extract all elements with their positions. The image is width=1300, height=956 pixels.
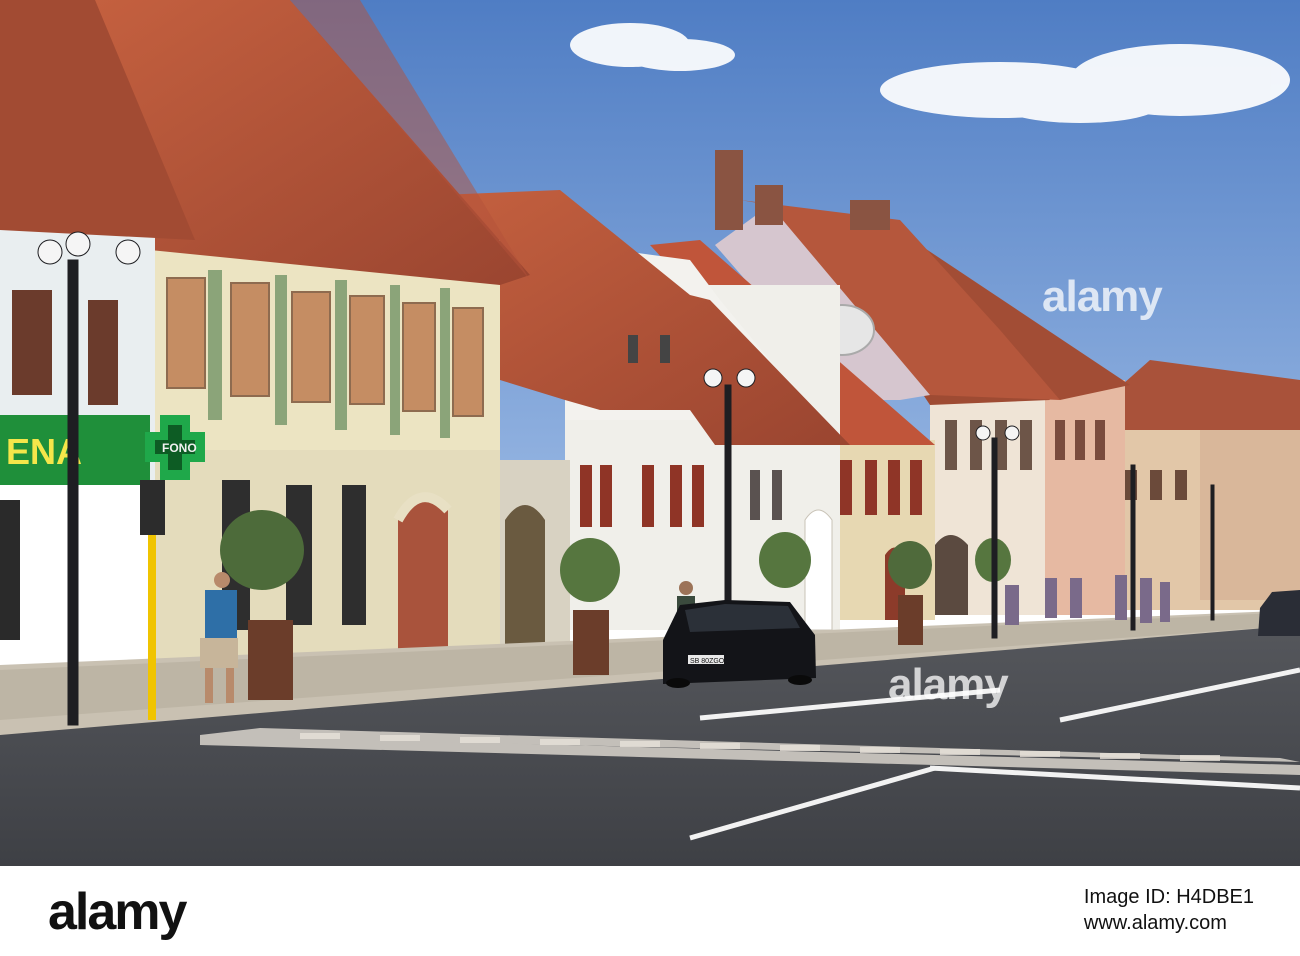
- pharmacy-sign-text: FONO: [162, 441, 197, 455]
- image-info: Image ID: H4DBE1 www.alamy.com: [1084, 884, 1254, 936]
- watermark-bottom: alamy: [888, 660, 1009, 709]
- image-id-value: H4DBE1: [1176, 886, 1254, 908]
- image-id-label: Image ID:: [1083, 886, 1171, 908]
- stock-photo: ENA FONO SB 80ZGO alamy alamy alamy Imag…: [0, 0, 1300, 956]
- street-photo: ENA FONO SB 80ZGO alamy alamy: [0, 0, 1300, 866]
- car-plate: SB 80ZGO: [690, 658, 725, 665]
- footer-bar: alamy Image ID: H4DBE1 www.alamy.com: [0, 866, 1300, 956]
- site-url[interactable]: www.alamy.com: [1084, 910, 1254, 936]
- arched-gate-wall: [495, 460, 570, 655]
- watermark-top: alamy: [1042, 272, 1163, 321]
- footer-logo[interactable]: alamy: [48, 882, 187, 942]
- black-car: SB 80ZGO: [663, 600, 816, 688]
- image-id-line: Image ID: H4DBE1: [1084, 884, 1254, 910]
